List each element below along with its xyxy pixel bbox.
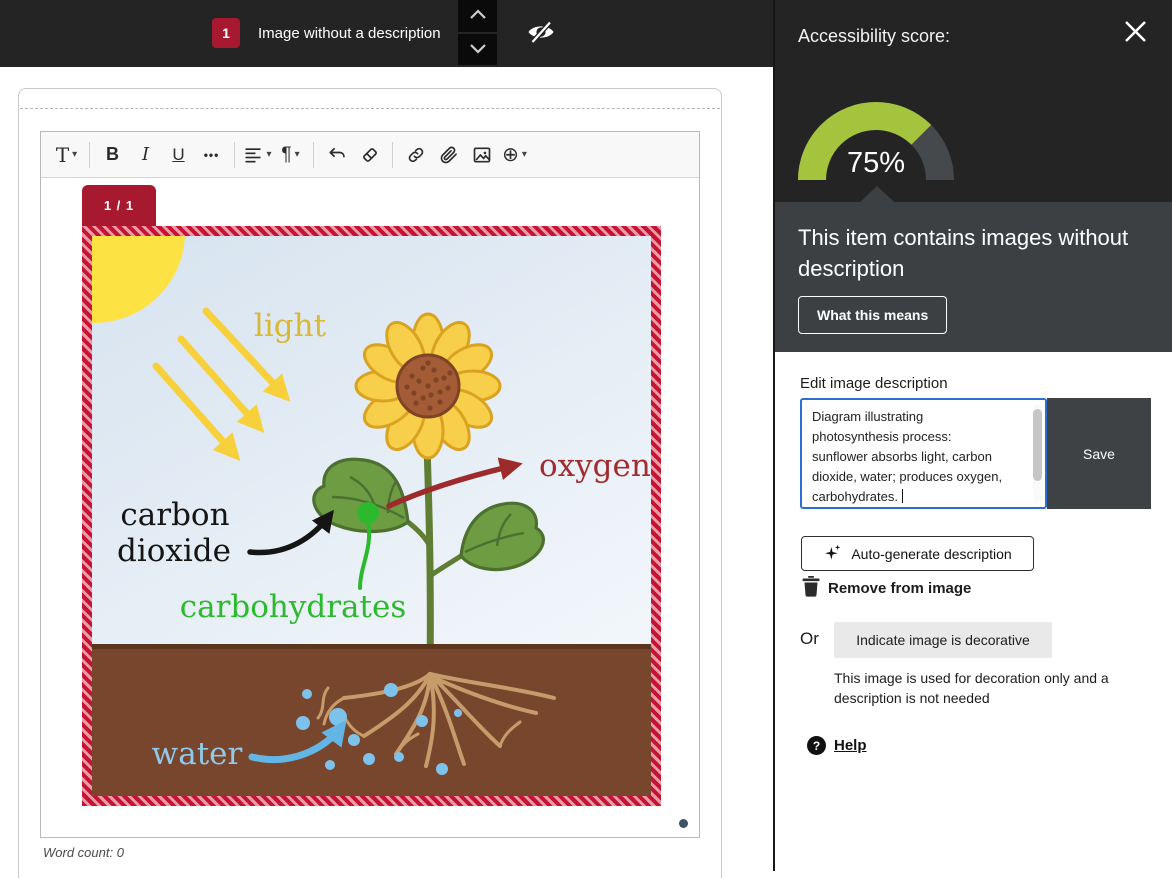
auto-generate-button[interactable]: Auto-generate description bbox=[801, 536, 1034, 571]
indicate-decorative-button[interactable]: Indicate image is decorative bbox=[834, 622, 1052, 658]
issue-count-badge: 1 bbox=[212, 18, 240, 48]
decorative-note: This image is used for decoration only a… bbox=[834, 668, 1136, 708]
score-section: Accessibility score: 75% This item conta… bbox=[775, 0, 1172, 352]
chevron-down-icon: ▾ bbox=[72, 149, 77, 160]
description-text: Diagram illustrating photosynthesis proc… bbox=[812, 409, 1002, 504]
toolbar-separator bbox=[392, 142, 393, 168]
text-style-button[interactable]: T ▾ bbox=[50, 138, 83, 172]
toolbar-separator bbox=[313, 142, 314, 168]
panel-title: Accessibility score: bbox=[798, 26, 950, 47]
remove-from-image-button[interactable]: Remove from image bbox=[802, 576, 971, 600]
accessibility-panel: Accessibility score: 75% This item conta… bbox=[773, 0, 1172, 871]
image-icon bbox=[472, 145, 492, 165]
label-carbon: carbon bbox=[120, 497, 229, 533]
label-water: water bbox=[152, 736, 243, 772]
eye-off-icon bbox=[526, 17, 556, 50]
italic-button[interactable]: I bbox=[129, 138, 162, 172]
photosynthesis-diagram: light bbox=[92, 236, 651, 796]
chevron-down-icon: ▾ bbox=[266, 149, 271, 160]
save-button[interactable]: Save bbox=[1047, 398, 1151, 509]
chevron-up-icon bbox=[469, 8, 487, 23]
editor-canvas[interactable]: 1 / 1 bbox=[41, 178, 699, 837]
chevron-down-icon bbox=[469, 42, 487, 57]
insert-image-button[interactable] bbox=[465, 138, 498, 172]
align-button[interactable]: ▾ bbox=[241, 138, 274, 172]
sparkle-icon bbox=[823, 543, 842, 565]
help-link[interactable]: ? Help bbox=[807, 736, 867, 755]
description-row: Diagram illustrating photosynthesis proc… bbox=[800, 398, 1151, 509]
word-count: Word count: 0 bbox=[43, 845, 124, 860]
flagged-image[interactable]: light bbox=[82, 226, 661, 806]
issue-message: This item contains images without descri… bbox=[798, 222, 1133, 284]
document-container: T ▾ B I U ••• ▾ bbox=[18, 88, 722, 878]
underline-button[interactable]: U bbox=[162, 138, 195, 172]
remove-from-image-label: Remove from image bbox=[828, 580, 971, 597]
toolbar-separator bbox=[234, 142, 235, 168]
chevron-down-icon: ▾ bbox=[295, 149, 300, 160]
label-carbohydrates: carbohydrates bbox=[180, 589, 407, 625]
label-oxygen: oxygen bbox=[539, 448, 651, 484]
soil bbox=[92, 644, 651, 796]
issue-message-panel: This item contains images without descri… bbox=[775, 202, 1172, 352]
auto-generate-label: Auto-generate description bbox=[851, 546, 1011, 562]
next-issue-button[interactable] bbox=[458, 32, 497, 66]
image-description-input[interactable]: Diagram illustrating photosynthesis proc… bbox=[800, 398, 1047, 509]
bold-button[interactable]: B bbox=[96, 138, 129, 172]
close-icon bbox=[1122, 18, 1149, 48]
insert-more-button[interactable]: ⊕ ▾ bbox=[498, 138, 531, 172]
previous-issue-button[interactable] bbox=[458, 0, 497, 32]
help-label: Help bbox=[834, 737, 867, 754]
align-left-icon bbox=[243, 145, 263, 165]
scrollbar-thumb[interactable] bbox=[1033, 409, 1042, 481]
score-value: 75% bbox=[798, 147, 954, 180]
toolbar-separator bbox=[89, 142, 90, 168]
link-icon bbox=[406, 145, 426, 165]
paragraph-button[interactable]: ¶ ▾ bbox=[274, 138, 307, 172]
more-formatting-button[interactable]: ••• bbox=[195, 138, 228, 172]
text-cursor bbox=[902, 489, 903, 503]
chevron-down-icon: ▾ bbox=[522, 149, 527, 160]
resize-handle[interactable] bbox=[679, 819, 688, 828]
insert-link-button[interactable] bbox=[399, 138, 432, 172]
eraser-icon bbox=[360, 145, 380, 165]
paperclip-icon bbox=[439, 145, 459, 165]
issue-label: Image without a description bbox=[258, 0, 441, 67]
edit-description-label: Edit image description bbox=[800, 375, 948, 392]
issue-nav-block bbox=[458, 0, 497, 65]
or-label: Or bbox=[800, 629, 819, 649]
textarea-scrollbar[interactable] bbox=[1033, 404, 1042, 503]
undo-button[interactable] bbox=[320, 138, 353, 172]
attach-file-button[interactable] bbox=[432, 138, 465, 172]
clear-formatting-button[interactable] bbox=[353, 138, 386, 172]
hide-issues-button[interactable] bbox=[523, 16, 559, 50]
question-circle-icon: ? bbox=[807, 736, 826, 755]
editor-toolbar: T ▾ B I U ••• ▾ bbox=[41, 132, 699, 178]
panel-notch bbox=[860, 186, 894, 202]
issue-position-badge: 1 / 1 bbox=[82, 185, 156, 226]
undo-icon bbox=[327, 145, 347, 165]
close-panel-button[interactable] bbox=[1118, 16, 1152, 50]
drop-zone-divider bbox=[20, 108, 720, 109]
rich-text-editor: T ▾ B I U ••• ▾ bbox=[40, 131, 700, 838]
what-this-means-button[interactable]: What this means bbox=[798, 296, 947, 334]
trash-icon bbox=[802, 576, 820, 601]
label-light: light bbox=[254, 308, 327, 344]
label-dioxide: dioxide bbox=[117, 533, 231, 569]
